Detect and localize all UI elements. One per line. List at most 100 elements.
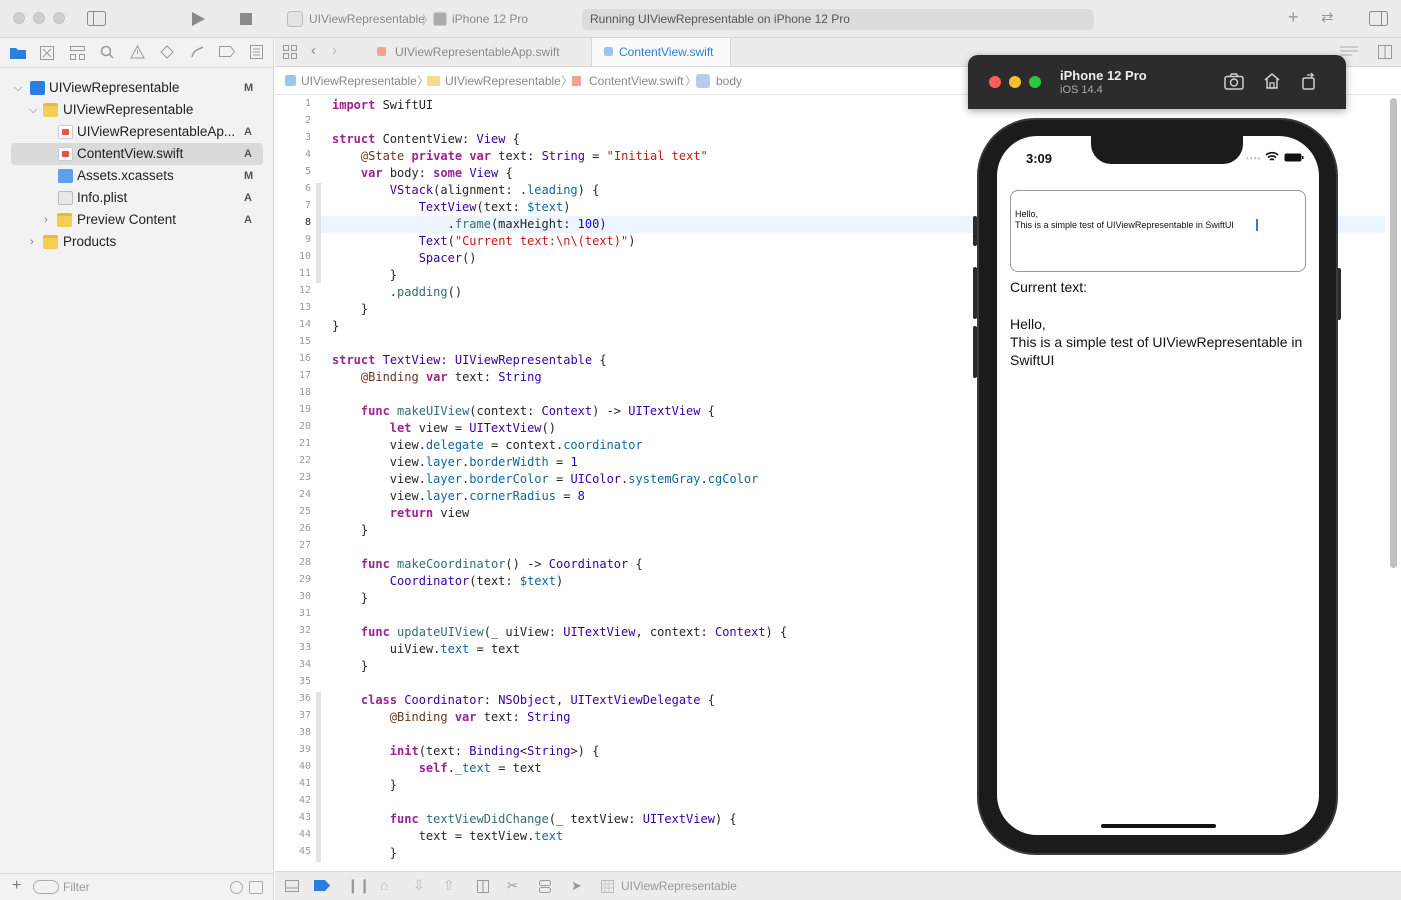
code-line[interactable]: .frame(maxHeight: 100) — [332, 216, 607, 233]
code-line[interactable]: self._text = text — [332, 760, 542, 777]
tab-contentview-swift[interactable]: ContentView.swift — [591, 38, 731, 66]
line-number[interactable]: 32 — [275, 625, 311, 636]
code-line[interactable]: class Coordinator: NSObject, UITextViewD… — [332, 692, 715, 709]
line-number[interactable]: 28 — [275, 557, 311, 568]
line-number[interactable]: 45 — [275, 846, 311, 857]
step-over-icon[interactable]: ⌂ — [380, 877, 388, 893]
symbol-navigator-icon[interactable] — [70, 46, 85, 60]
line-number[interactable]: 42 — [275, 795, 311, 806]
tree-item-assets[interactable]: Assets.xcassets M — [0, 165, 274, 187]
breakpoints-toggle-icon[interactable] — [314, 880, 330, 891]
add-icon[interactable]: + — [12, 877, 21, 895]
code-line[interactable]: Text("Current text:\n\(text)") — [332, 233, 636, 250]
code-line[interactable]: } — [332, 301, 368, 318]
line-number[interactable]: 19 — [275, 404, 311, 415]
line-number[interactable]: 9 — [275, 234, 311, 245]
run-button-icon[interactable] — [191, 11, 206, 27]
source-control-icon[interactable] — [40, 46, 54, 60]
chevron-right-icon[interactable]: › — [30, 231, 34, 253]
editor-options-icon[interactable] — [1340, 46, 1358, 58]
issue-navigator-icon[interactable] — [130, 45, 145, 59]
destination-selector[interactable]: iPhone 12 Pro — [452, 12, 528, 26]
chevron-down-icon[interactable]: ⌵ — [14, 77, 22, 99]
add-library-icon[interactable]: + — [1288, 7, 1299, 28]
line-number[interactable]: 35 — [275, 676, 311, 687]
line-number[interactable]: 10 — [275, 251, 311, 262]
line-number[interactable]: 21 — [275, 438, 311, 449]
pause-icon[interactable]: ❙❙ — [347, 877, 370, 894]
tree-item-app-swift[interactable]: UIViewRepresentableAp... A — [0, 121, 274, 143]
code-review-icon[interactable]: ⇄ — [1321, 8, 1334, 26]
rotate-icon[interactable] — [1301, 72, 1318, 90]
tree-item-group[interactable]: ⌵ UIViewRepresentable — [0, 99, 274, 121]
breadcrumb-item[interactable]: UIViewRepresentable — [445, 67, 561, 95]
code-line[interactable]: struct TextView: UIViewRepresentable { — [332, 352, 607, 369]
tree-item-contentview-swift[interactable]: ContentView.swift A — [11, 143, 263, 165]
code-line[interactable]: init(text: Binding<String>) { — [332, 743, 600, 760]
step-out-icon[interactable]: ⇧ — [443, 877, 455, 894]
add-editor-icon[interactable] — [1378, 45, 1392, 59]
code-line[interactable]: VStack(alignment: .leading) { — [332, 182, 600, 199]
line-number[interactable]: 22 — [275, 455, 311, 466]
code-line[interactable]: func makeCoordinator() -> Coordinator { — [332, 556, 643, 573]
close-window-button[interactable] — [13, 12, 25, 24]
line-number[interactable]: 25 — [275, 506, 311, 517]
hide-debug-area-icon[interactable] — [285, 880, 299, 892]
line-number[interactable]: 15 — [275, 336, 311, 347]
line-number[interactable]: 44 — [275, 829, 311, 840]
line-number[interactable]: 18 — [275, 387, 311, 398]
code-line[interactable]: view.layer.borderColor = UIColor.systemG… — [332, 471, 759, 488]
line-number[interactable]: 7 — [275, 200, 311, 211]
tree-item-info-plist[interactable]: Info.plist A — [0, 187, 274, 209]
code-line[interactable]: struct ContentView: View { — [332, 131, 520, 148]
line-number[interactable]: 13 — [275, 302, 311, 313]
screenshot-icon[interactable] — [1224, 73, 1244, 90]
back-icon[interactable]: ‹ — [311, 42, 316, 59]
line-number[interactable]: 26 — [275, 523, 311, 534]
line-number[interactable]: 1 — [275, 98, 311, 109]
forward-icon[interactable]: › — [332, 42, 337, 59]
code-line[interactable]: return view — [332, 505, 469, 522]
tab-app-swift[interactable]: UIViewRepresentableApp.swift — [363, 38, 591, 66]
line-number[interactable]: 41 — [275, 778, 311, 789]
code-line[interactable]: Coordinator(text: $text) — [332, 573, 563, 590]
tree-item-products[interactable]: › Products — [0, 231, 274, 253]
line-number[interactable]: 8 — [275, 217, 311, 228]
code-line[interactable]: uiView.text = text — [332, 641, 520, 658]
line-number[interactable]: 14 — [275, 319, 311, 330]
simulator-zoom-button[interactable] — [1029, 76, 1041, 88]
code-line[interactable]: @State private var text: String = "Initi… — [332, 148, 708, 165]
code-line[interactable]: } — [332, 658, 368, 675]
scheme-selector[interactable]: UIViewRepresentable — [309, 12, 425, 26]
line-number[interactable]: 16 — [275, 353, 311, 364]
modified-files-icon[interactable] — [249, 881, 263, 894]
code-line[interactable]: func makeUIView(context: Context) -> UIT… — [332, 403, 715, 420]
line-number[interactable]: 43 — [275, 812, 311, 823]
line-number[interactable]: 5 — [275, 166, 311, 177]
filter-input[interactable]: Filter — [63, 880, 90, 894]
tree-item-project[interactable]: ⌵ UIViewRepresentable M — [0, 77, 274, 99]
memory-graph-icon[interactable]: ✂ — [507, 878, 518, 894]
code-line[interactable]: let view = UITextView() — [332, 420, 556, 437]
code-line[interactable]: view.layer.borderWidth = 1 — [332, 454, 578, 471]
zoom-window-button[interactable] — [53, 12, 65, 24]
line-number[interactable]: 36 — [275, 693, 311, 704]
stop-button-icon[interactable] — [240, 13, 252, 25]
chevron-right-icon[interactable]: › — [44, 209, 48, 231]
line-number[interactable]: 4 — [275, 149, 311, 160]
chevron-down-icon[interactable]: ⌵ — [29, 99, 37, 121]
text-view[interactable]: Hello, This is a simple test of UIViewRe… — [1010, 190, 1306, 272]
folder-navigator-icon[interactable] — [10, 46, 26, 59]
line-number[interactable]: 24 — [275, 489, 311, 500]
line-number[interactable]: 30 — [275, 591, 311, 602]
test-navigator-icon[interactable] — [160, 45, 174, 59]
code-line[interactable]: .padding() — [332, 284, 462, 301]
line-number[interactable]: 37 — [275, 710, 311, 721]
line-number[interactable]: 17 — [275, 370, 311, 381]
code-line[interactable]: func updateUIView(_ uiView: UITextView, … — [332, 624, 787, 641]
step-into-icon[interactable]: ⇩ — [413, 877, 425, 894]
find-navigator-icon[interactable] — [100, 45, 114, 59]
debug-navigator-icon[interactable] — [190, 45, 205, 59]
code-line[interactable]: func textViewDidChange(_ textView: UITex… — [332, 811, 737, 828]
line-number[interactable]: 29 — [275, 574, 311, 585]
